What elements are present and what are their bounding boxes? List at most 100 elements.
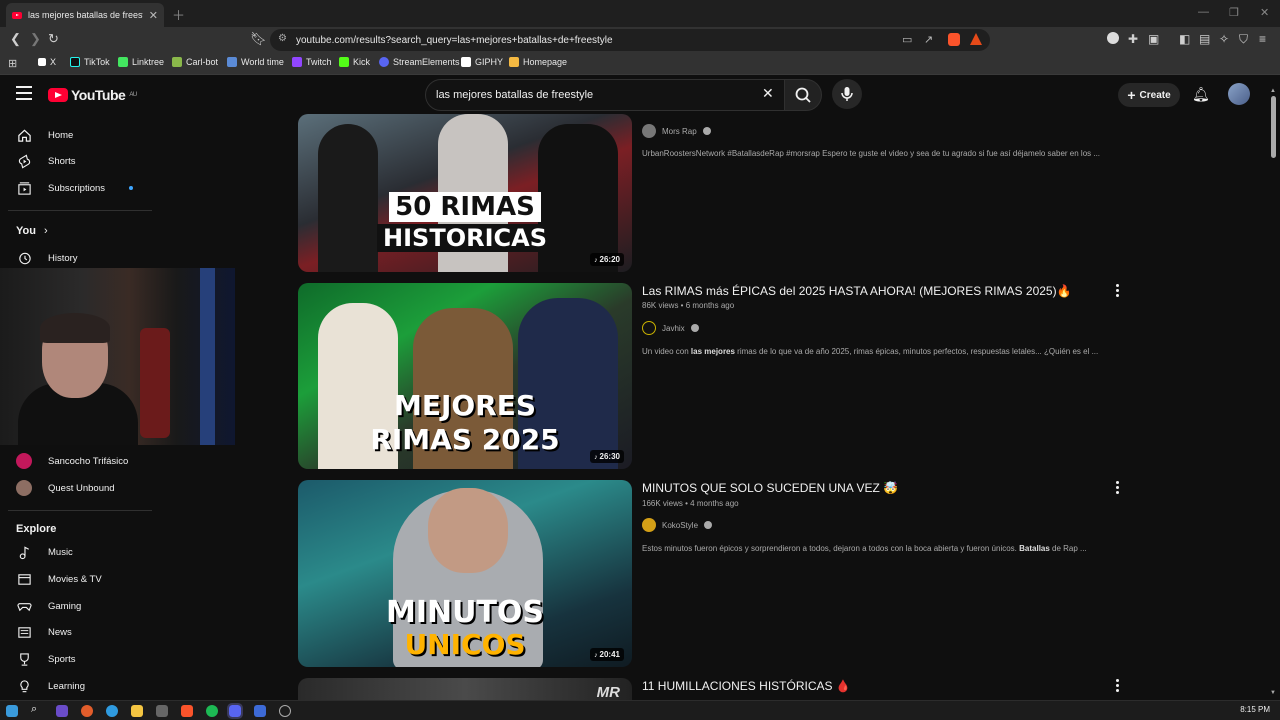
sidebar-item-label: Home <box>48 129 74 141</box>
bookmark-icon[interactable]: 🔖︎ <box>250 31 267 47</box>
sidebar-toggle-icon[interactable]: ◧ <box>1179 32 1190 46</box>
extension-icon[interactable] <box>1107 32 1119 44</box>
description-highlight: Batallas <box>1019 544 1050 553</box>
brave-rewards-icon[interactable] <box>970 33 982 45</box>
menu-icon[interactable] <box>16 86 32 104</box>
teams-icon[interactable] <box>56 705 68 717</box>
notifications-bell-icon[interactable]: 🔔︎ <box>1192 86 1210 103</box>
channel-link[interactable]: KokoStyle <box>642 518 713 532</box>
search-button[interactable] <box>784 79 822 111</box>
channel-link[interactable]: Javhix <box>642 321 699 335</box>
share-icon[interactable]: ↗ <box>924 33 933 46</box>
bookmark-label: World time <box>241 57 284 67</box>
search-input[interactable]: las mejores batallas de freestyle <box>425 79 785 111</box>
verified-icon <box>702 127 711 135</box>
close-tab-icon[interactable]: ✕ <box>149 9 158 22</box>
edge-icon[interactable] <box>106 705 118 717</box>
leo-ai-icon[interactable]: ✧ <box>1219 32 1229 46</box>
sports-icon <box>16 651 32 667</box>
app-icon[interactable] <box>254 705 266 717</box>
vpn-icon[interactable]: ⛉ <box>1239 32 1248 47</box>
bookmark-label: GIPHY <box>475 57 504 67</box>
bookmark-twitch[interactable]: Twitch <box>292 57 332 67</box>
back-icon[interactable]: ❮ <box>10 31 21 47</box>
taskbar-search-icon[interactable]: ⌕ <box>31 703 43 715</box>
reload-icon[interactable]: ↻ <box>48 31 59 47</box>
spotify-icon[interactable] <box>206 705 218 717</box>
bookmark-label: Twitch <box>306 57 332 67</box>
more-actions-icon[interactable] <box>1116 679 1120 694</box>
video-thumbnail[interactable]: 50 RIMAS HISTORICAS ♪ 26:20 <box>298 114 632 272</box>
brave-shields-icon[interactable] <box>948 33 960 46</box>
minimize-icon[interactable]: — <box>1198 6 1209 18</box>
store-icon[interactable] <box>156 705 168 717</box>
windows-start-icon[interactable] <box>6 705 18 717</box>
firefox-icon[interactable] <box>81 705 93 717</box>
video-description: Estos minutos fueron épicos y sorprendie… <box>642 544 1087 553</box>
discord-icon[interactable] <box>227 703 243 719</box>
bookmark-world-time[interactable]: World time <box>227 57 284 67</box>
sidebar-item-sports[interactable]: Sports <box>16 648 75 670</box>
url-field[interactable]: ⚙ youtube.com/results?search_query=las+m… <box>270 29 990 51</box>
sidebar-item-movies[interactable]: Movies & TV <box>16 568 102 590</box>
bookmark-homepage[interactable]: Homepage <box>509 57 567 67</box>
cast-icon[interactable]: ▭ <box>902 33 912 46</box>
bookmark-tiktok[interactable]: TikTok <box>70 57 110 67</box>
video-title[interactable]: MINUTOS QUE SOLO SUCEDEN UNA VEZ 🤯 <box>642 481 898 495</box>
sidebar-item-subscriptions[interactable]: Subscriptions <box>16 177 134 199</box>
youtube-logo[interactable]: YouTube AU <box>48 87 137 103</box>
page-scrollbar[interactable] <box>1271 96 1276 158</box>
sidebar-item-learning[interactable]: Learning <box>16 675 85 697</box>
bookmark-kick[interactable]: Kick <box>339 57 370 67</box>
bookmark-giphy[interactable]: GIPHY <box>461 57 503 67</box>
file-explorer-icon[interactable] <box>131 705 143 717</box>
scroll-up-icon[interactable]: ▲ <box>1270 88 1276 94</box>
video-thumbnail[interactable]: MR <box>298 678 632 700</box>
bookmark-x[interactable]: X <box>38 57 56 67</box>
bookmark-linktree[interactable]: Linktree <box>118 57 164 67</box>
sidebar-item-news[interactable]: News <box>16 621 72 643</box>
video-thumbnail[interactable]: MINUTOS UNICOS ♪ 20:41 <box>298 480 632 667</box>
sidebar-item-gaming[interactable]: Gaming <box>16 595 81 617</box>
site-info-icon[interactable]: ⚙ <box>278 33 287 44</box>
sidebar-item-history[interactable]: History <box>16 247 78 269</box>
sidebar-item-music[interactable]: Music <box>16 541 73 563</box>
obs-icon[interactable] <box>279 705 291 717</box>
scroll-down-icon[interactable]: ▼ <box>1270 690 1276 696</box>
url-text: youtube.com/results?search_query=las+mej… <box>296 34 613 46</box>
wallet-icon[interactable]: ▣ <box>1148 32 1159 46</box>
channel-link[interactable]: Mors Rap <box>642 124 711 138</box>
video-thumbnail[interactable]: MEJORES RIMAS 2025 ♪ 26:30 <box>298 283 632 469</box>
bookmark-label: Homepage <box>523 57 568 67</box>
bookmark-streamelements[interactable]: StreamElements <box>379 57 460 67</box>
video-title[interactable]: Las RIMAS más ÉPICAS del 2025 HASTA AHOR… <box>642 284 1072 298</box>
thumb-text: MEJORES <box>393 389 537 422</box>
history-icon <box>16 250 32 266</box>
sidebar-item-home[interactable]: Home <box>16 124 73 146</box>
brave-icon[interactable] <box>181 705 193 717</box>
sidebar-item-shorts[interactable]: Shorts <box>16 150 75 172</box>
close-window-icon[interactable]: ✕ <box>1260 6 1269 19</box>
more-actions-icon[interactable] <box>1116 481 1120 496</box>
browser-tab[interactable]: las mejores batallas de freestyle ✕ <box>6 3 164 27</box>
forward-icon[interactable]: ❯ <box>30 31 41 47</box>
sidebar-channel-sancocho-trifasico[interactable]: Sancocho Trifásico <box>16 450 128 472</box>
browser-menu-icon[interactable]: ≡ <box>1259 32 1266 46</box>
account-avatar[interactable] <box>1228 83 1250 105</box>
sidebar-you-heading[interactable]: You › <box>16 225 48 237</box>
voice-search-button[interactable] <box>832 79 862 109</box>
clear-search-icon[interactable]: ✕ <box>762 85 774 102</box>
create-button[interactable]: + Create <box>1118 83 1180 107</box>
restore-icon[interactable]: ❐ <box>1229 6 1239 19</box>
extensions-puzzle-icon[interactable]: ✚ <box>1128 32 1138 46</box>
apps-grid-icon[interactable]: ⊞ <box>8 57 17 70</box>
tiktok-icon <box>70 57 80 67</box>
verified-icon <box>690 324 699 332</box>
video-title[interactable]: 11 HUMILLACIONES HISTÓRICAS 🩸 <box>642 679 851 693</box>
bookmark-carl-bot[interactable]: Carl-bot <box>172 57 218 67</box>
more-actions-icon[interactable] <box>1116 284 1120 299</box>
wallet-menu-icon[interactable]: ▤ <box>1199 32 1210 46</box>
sidebar-channel-quest-unbound[interactable]: Quest Unbound <box>16 477 115 499</box>
video-meta: 166K views • 4 months ago <box>642 499 739 508</box>
new-tab-icon[interactable]: ＋ <box>172 5 185 24</box>
